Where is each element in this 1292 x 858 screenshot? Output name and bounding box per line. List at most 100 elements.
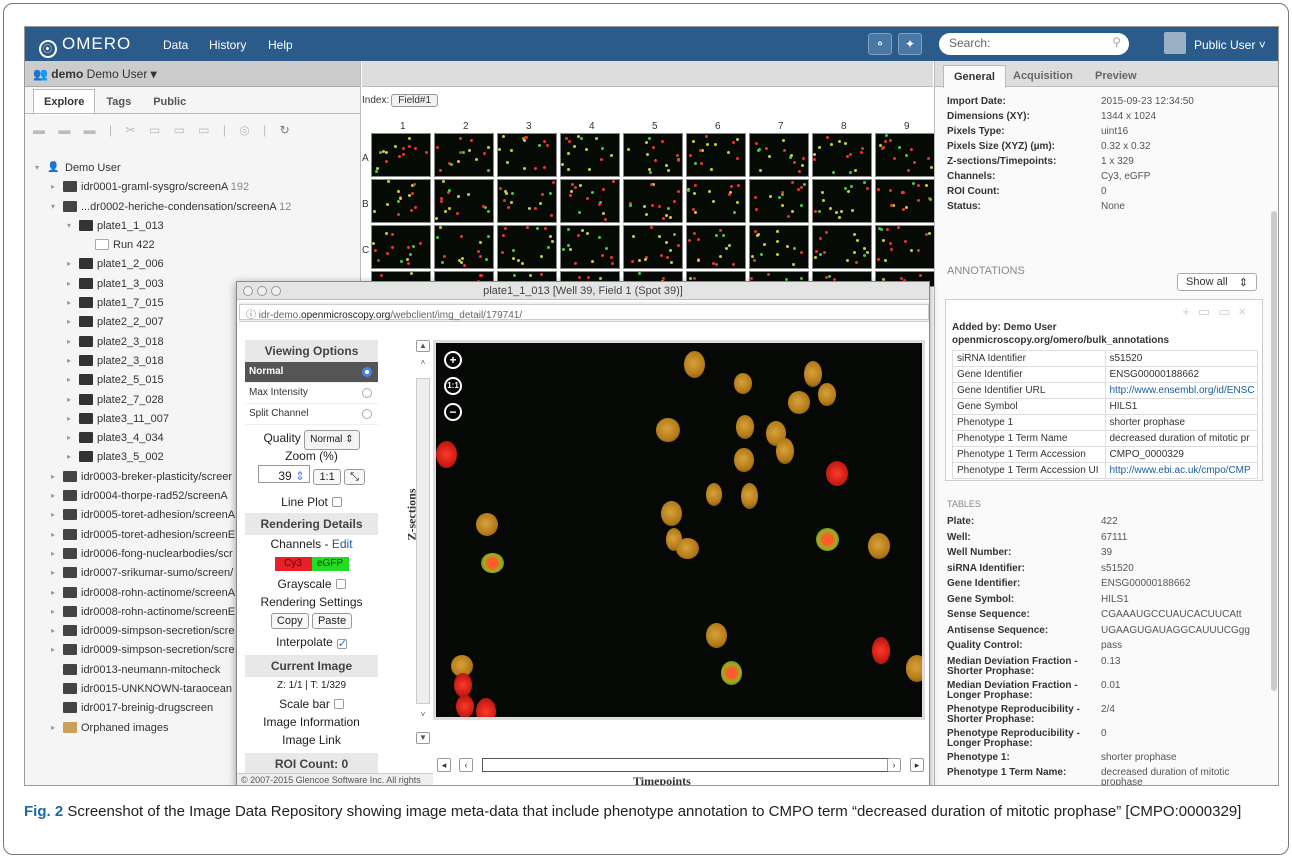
group-selector[interactable]: 👥 demo Demo User ▾ xyxy=(25,61,360,87)
plate-well[interactable] xyxy=(749,225,809,269)
nav-help[interactable]: Help xyxy=(268,38,293,52)
table-value[interactable]: ENSG00000188662 xyxy=(1101,579,1271,589)
line-plot-checkbox[interactable] xyxy=(331,497,342,507)
tree-item[interactable]: ▸ plate1_2_006 xyxy=(25,255,361,274)
user-avatar[interactable] xyxy=(1164,32,1186,54)
plate-well[interactable] xyxy=(371,225,431,269)
expand-icon[interactable]: ▸ xyxy=(67,337,71,346)
plate-well[interactable] xyxy=(434,133,494,177)
expand-icon[interactable]: ▸ xyxy=(67,375,71,384)
expand-icon[interactable]: ▸ xyxy=(67,317,71,326)
t-first-button[interactable]: ◂ xyxy=(437,758,451,772)
plate-well[interactable] xyxy=(875,225,935,269)
expand-icon[interactable]: ▸ xyxy=(51,626,55,635)
plate-well[interactable] xyxy=(371,179,431,223)
zoom-out-icon[interactable]: − xyxy=(444,403,462,421)
zoom-in-icon[interactable]: + xyxy=(444,351,462,369)
annotation-tools[interactable]: +▭▭× xyxy=(1182,304,1254,320)
plate-well[interactable] xyxy=(875,179,935,223)
plate-well[interactable] xyxy=(371,133,431,177)
tree-item[interactable]: ▾ plate1_1_013 xyxy=(25,217,361,236)
mode-normal[interactable]: Normal xyxy=(245,362,378,383)
collapse-icon[interactable]: ▾ xyxy=(35,163,39,172)
refresh-icon[interactable]: ↻ xyxy=(280,123,295,137)
plate-well[interactable] xyxy=(749,133,809,177)
channel-egfp-button[interactable]: eGFP xyxy=(311,557,349,571)
paste-settings-button[interactable]: Paste xyxy=(311,613,353,629)
plate-well[interactable] xyxy=(434,225,494,269)
tree-item[interactable]: ▸ idr0001-graml-sysgro/screenA 192 xyxy=(25,178,361,197)
plate-well[interactable] xyxy=(497,225,557,269)
zoom-window-button[interactable] xyxy=(271,286,281,296)
field-selector[interactable]: Index: Field#1 xyxy=(362,94,439,107)
image-information-link[interactable]: Image Information xyxy=(245,713,378,731)
expand-icon[interactable]: ▸ xyxy=(51,645,55,654)
annotation-value[interactable]: http://www.ensembl.org/id/ENSC xyxy=(1104,382,1258,399)
zoom-input[interactable]: 39 ⇕ xyxy=(258,465,311,483)
image-link[interactable]: Image Link xyxy=(245,731,378,749)
plate-well[interactable] xyxy=(560,133,620,177)
plate-well[interactable] xyxy=(623,179,683,223)
expand-icon[interactable]: ▸ xyxy=(51,607,55,616)
collapse-icon[interactable]: ▾ xyxy=(51,202,55,211)
search-icon[interactable]: ⚲ xyxy=(1112,35,1121,49)
tree-item[interactable]: ▾ ...dr0002-heriche-condensation/screenA … xyxy=(25,198,361,217)
expand-icon[interactable]: ▸ xyxy=(51,530,55,539)
plate-well[interactable] xyxy=(434,179,494,223)
interpolate-checkbox[interactable]: ✓ xyxy=(336,639,347,650)
tab-general[interactable]: General xyxy=(943,65,1006,88)
z-top-button[interactable]: ▲ xyxy=(416,340,430,352)
expand-icon[interactable]: ▸ xyxy=(67,279,71,288)
zoom-1-1-button[interactable]: 1:1 xyxy=(313,469,341,485)
expand-icon[interactable]: ▸ xyxy=(67,298,71,307)
plate-well[interactable] xyxy=(749,179,809,223)
show-all-select[interactable]: Show all ⇕ xyxy=(1177,273,1257,291)
zoom-fit-button[interactable]: ⤡ xyxy=(344,469,365,485)
z-up-button[interactable]: ˄ xyxy=(416,358,430,370)
z-bottom-button[interactable]: ▼ xyxy=(416,732,430,744)
image-canvas[interactable]: + 1:1 − xyxy=(433,340,925,720)
plate-well[interactable] xyxy=(812,133,872,177)
expand-icon[interactable]: ▸ xyxy=(51,588,55,597)
tab-public[interactable]: Public xyxy=(142,89,197,115)
plate-well[interactable] xyxy=(623,225,683,269)
plate-well[interactable] xyxy=(497,179,557,223)
expand-icon[interactable]: ▸ xyxy=(51,491,55,500)
plate-well[interactable] xyxy=(812,225,872,269)
right-scrollbar[interactable] xyxy=(1271,211,1277,691)
expand-icon[interactable]: ▸ xyxy=(67,452,71,461)
t-next-button[interactable]: › xyxy=(887,758,901,772)
expand-icon[interactable]: ▸ xyxy=(67,259,71,268)
search-input[interactable]: Search: ⚲ xyxy=(939,33,1129,55)
plate-well[interactable] xyxy=(560,179,620,223)
plate-well[interactable] xyxy=(686,133,746,177)
activities-icon[interactable]: ✦ xyxy=(898,33,922,55)
expand-icon[interactable]: ▸ xyxy=(51,472,55,481)
scale-bar-checkbox[interactable] xyxy=(333,699,344,709)
minimize-window-button[interactable] xyxy=(257,286,267,296)
collapse-icon[interactable]: ▾ xyxy=(67,221,71,230)
expand-icon[interactable]: ▸ xyxy=(51,549,55,558)
expand-icon[interactable]: ▸ xyxy=(51,723,55,732)
omero-logo[interactable]: ⦿ OMERO xyxy=(39,34,131,58)
tree-item[interactable]: Run 422 xyxy=(25,236,361,255)
expand-icon[interactable]: ▸ xyxy=(51,568,55,577)
plate-well[interactable] xyxy=(497,133,557,177)
mode-max-intensity[interactable]: Max Intensity xyxy=(245,383,378,404)
tab-tags[interactable]: Tags xyxy=(95,89,142,115)
close-window-button[interactable] xyxy=(243,286,253,296)
zoom-reset-icon[interactable]: 1:1 xyxy=(444,377,462,395)
edit-channels-link[interactable]: Edit xyxy=(332,537,353,551)
tab-explore[interactable]: Explore xyxy=(33,89,96,115)
plate-well[interactable] xyxy=(623,133,683,177)
expand-icon[interactable]: ▸ xyxy=(67,395,71,404)
tab-acquisition[interactable]: Acquisition xyxy=(1003,65,1083,87)
channel-cy3-button[interactable]: Cy3 xyxy=(274,557,312,571)
user-menu[interactable]: Public User ˅ xyxy=(1194,38,1266,52)
annotation-value[interactable]: http://www.ebi.ac.uk/cmpo/CMP xyxy=(1104,462,1258,479)
expand-icon[interactable]: ▸ xyxy=(51,182,55,191)
expand-icon[interactable]: ▸ xyxy=(67,433,71,442)
plate-well[interactable] xyxy=(560,225,620,269)
nav-history[interactable]: History xyxy=(209,38,246,52)
nav-data[interactable]: Data xyxy=(163,38,188,52)
